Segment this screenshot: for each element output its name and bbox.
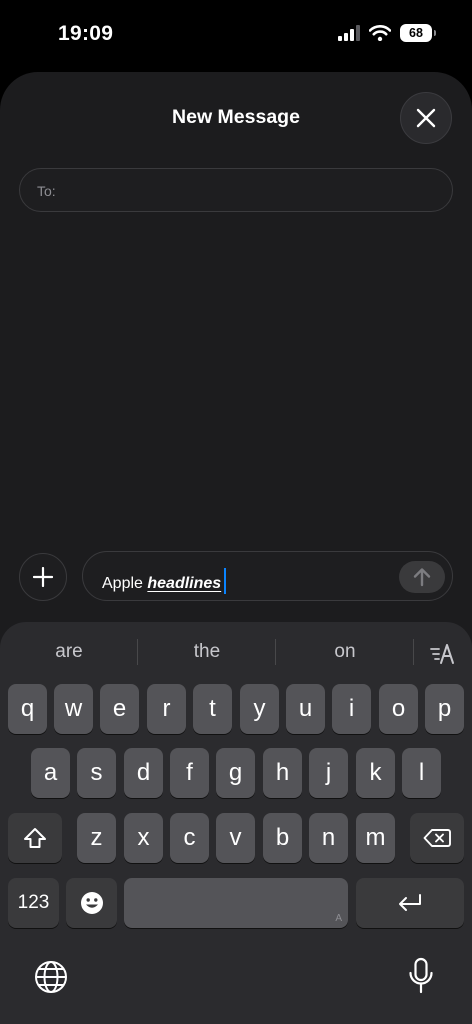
key-n[interactable]: n [309, 813, 348, 863]
battery-indicator: 68 [400, 24, 436, 42]
to-field[interactable]: To: [19, 168, 453, 212]
delete-backward-icon [423, 829, 451, 847]
key-k[interactable]: k [356, 748, 395, 798]
key-o[interactable]: o [379, 684, 418, 734]
to-label: To: [37, 183, 56, 199]
key-d[interactable]: d [124, 748, 163, 798]
close-button[interactable] [400, 92, 452, 144]
key-e[interactable]: e [100, 684, 139, 734]
emoji-key[interactable] [66, 878, 117, 928]
key-r[interactable]: r [147, 684, 186, 734]
text-format-button[interactable] [428, 640, 458, 668]
return-key[interactable] [356, 878, 464, 928]
microphone-icon [409, 957, 433, 994]
key-q[interactable]: q [8, 684, 47, 734]
key-x[interactable]: x [124, 813, 163, 863]
suggestion-divider [413, 639, 414, 665]
key-y[interactable]: y [240, 684, 279, 734]
numbers-key[interactable]: 123 [8, 878, 59, 928]
message-text-plain: Apple [102, 575, 148, 592]
globe-button[interactable] [32, 958, 70, 996]
close-icon [416, 108, 436, 128]
delete-key[interactable] [410, 813, 464, 863]
key-v[interactable]: v [216, 813, 255, 863]
wifi-icon [369, 25, 391, 41]
key-s[interactable]: s [77, 748, 116, 798]
shift-icon [24, 828, 46, 848]
key-w[interactable]: w [54, 684, 93, 734]
key-f[interactable]: f [170, 748, 209, 798]
message-text: Apple headlines [102, 568, 227, 594]
key-a[interactable]: a [31, 748, 70, 798]
add-attachment-button[interactable] [19, 553, 67, 601]
status-time: 19:09 [58, 22, 114, 45]
status-bar: 19:09 68 [0, 0, 472, 68]
space-hint: A [335, 913, 342, 924]
key-z[interactable]: z [77, 813, 116, 863]
key-g[interactable]: g [216, 748, 255, 798]
status-icons: 68 [338, 24, 436, 42]
key-j[interactable]: j [309, 748, 348, 798]
key-t[interactable]: t [193, 684, 232, 734]
key-l[interactable]: l [402, 748, 441, 798]
suggestion-2[interactable]: the [138, 638, 276, 666]
key-i[interactable]: i [332, 684, 371, 734]
send-button[interactable] [399, 561, 445, 593]
key-p[interactable]: p [425, 684, 464, 734]
shift-key[interactable] [8, 813, 62, 863]
suggestion-3[interactable]: on [276, 638, 414, 666]
dictation-button[interactable] [403, 956, 439, 996]
plus-icon [33, 567, 53, 587]
key-h[interactable]: h [263, 748, 302, 798]
key-b[interactable]: b [263, 813, 302, 863]
suggestion-1[interactable]: are [0, 638, 138, 666]
emoji-icon [80, 892, 103, 914]
message-input[interactable]: Apple headlines [82, 551, 453, 601]
globe-icon [35, 961, 67, 993]
message-text-highlight: headlines [147, 575, 222, 592]
key-m[interactable]: m [356, 813, 395, 863]
arrow-up-icon [413, 568, 431, 587]
key-c[interactable]: c [170, 813, 209, 863]
key-u[interactable]: u [286, 684, 325, 734]
text-cursor [224, 568, 227, 594]
cellular-signal-icon [338, 25, 360, 41]
keyboard: are the on q w e r t y u i o p a s d f g… [0, 622, 472, 1024]
text-format-icon [430, 644, 454, 664]
return-icon [399, 894, 421, 911]
space-key[interactable]: A [124, 878, 348, 928]
